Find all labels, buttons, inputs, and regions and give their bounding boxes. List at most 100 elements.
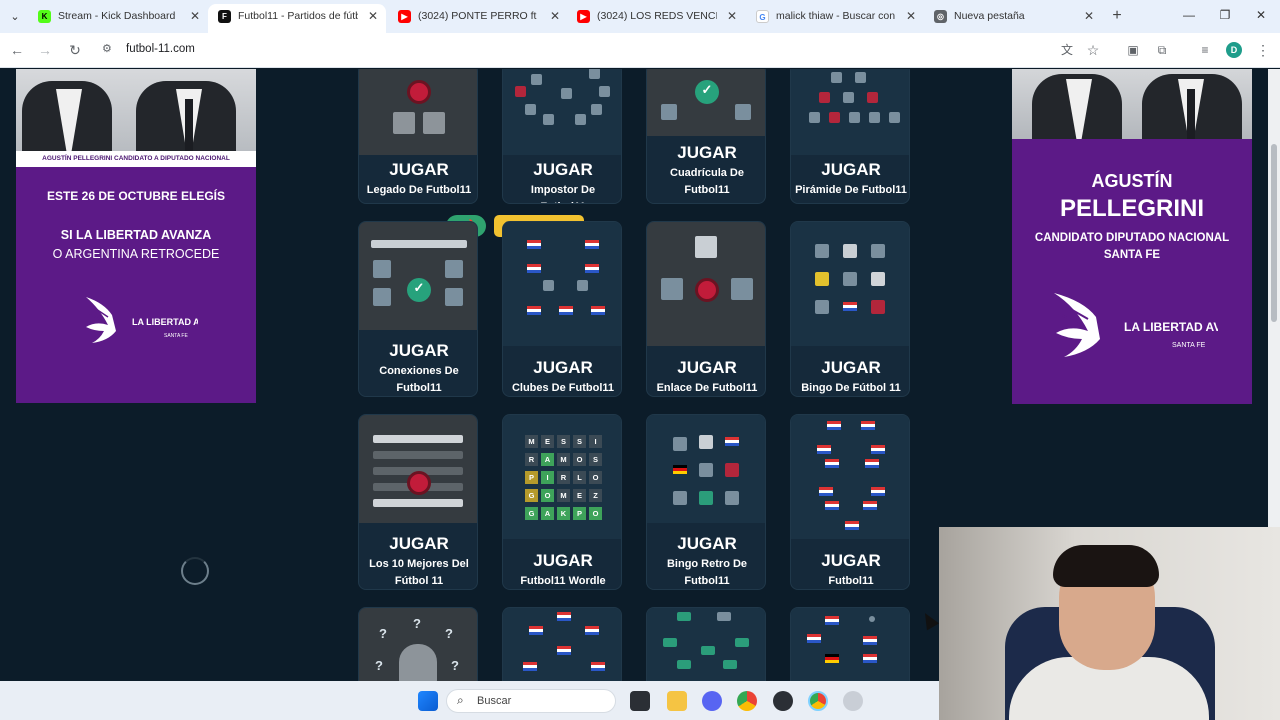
wordle-cell: R [557, 471, 570, 484]
address-bar[interactable]: ⚙ futbol-11.com [92, 38, 1112, 63]
game-thumbnail: ✓ [359, 222, 477, 330]
close-tab-icon[interactable]: ✕ [1084, 4, 1094, 29]
forward-icon[interactable]: → [36, 41, 54, 59]
back-icon[interactable]: ← [8, 41, 26, 59]
wordle-cell: A [541, 453, 554, 466]
close-tab-icon[interactable]: ✕ [906, 4, 916, 29]
svg-text:LA LIBERTAD AVANZA: LA LIBERTAD AVANZA [1124, 320, 1218, 334]
media-control-icon[interactable]: ≡ [1196, 41, 1214, 59]
ad-banner-right[interactable]: AGUSTÍN PELLEGRINI CANDIDATO DIPUTADO NA… [1012, 139, 1252, 404]
ad-banner-left[interactable]: AGUSTÍN PELLEGRINI CANDIDATO A DIPUTADO … [16, 69, 256, 403]
youtube-icon: ▶ [398, 10, 411, 23]
task-view-icon[interactable] [630, 691, 650, 711]
game-card-piramide[interactable]: JUGAR Pirámide De Futbol11 [790, 69, 910, 204]
extensions-icon[interactable]: ⧉ [1153, 41, 1171, 59]
scrollbar-thumb[interactable] [1271, 144, 1277, 322]
new-tab-button[interactable]: + [1108, 6, 1126, 26]
windows-start-icon[interactable] [418, 691, 438, 711]
file-explorer-icon[interactable] [667, 691, 687, 711]
taskbar-search[interactable]: ⌕ Buscar [446, 689, 616, 713]
close-tab-icon[interactable]: ✕ [550, 4, 560, 29]
wordle-cell: A [541, 507, 554, 520]
wordle-cell: O [573, 453, 586, 466]
minimize-icon[interactable]: — [1180, 8, 1198, 22]
obs-icon[interactable] [843, 691, 863, 711]
kick-icon: K [38, 10, 51, 23]
close-tab-icon[interactable]: ✕ [368, 4, 378, 29]
game-thumbnail [503, 69, 621, 155]
menu-icon[interactable]: ⋮ [1254, 41, 1272, 59]
game-thumbnail: ? ? ? ? ? [359, 608, 477, 681]
search-icon: ⌕ [457, 693, 464, 707]
game-card-clubes[interactable]: JUGAR Clubes De Futbol11 [502, 221, 622, 397]
tab-youtube-2[interactable]: ▶ (3024) LOS REDS VENCIERON ✕ [567, 4, 745, 33]
wordle-cell: M [557, 453, 570, 466]
game-thumbnail [791, 415, 909, 539]
game-thumbnail [359, 415, 477, 523]
close-window-icon[interactable]: ✕ [1252, 8, 1270, 22]
wordle-cell: O [589, 507, 602, 520]
game-card-row4-4[interactable] [790, 607, 910, 681]
svg-text:SANTA FE: SANTA FE [164, 333, 188, 339]
tab-strip: ⌄ K Stream - Kick Dashboard ✕ F Futbol11… [0, 0, 1280, 33]
svg-text:LA LIBERTAD AVANZA: LA LIBERTAD AVANZA [132, 317, 198, 327]
game-thumbnail [647, 608, 765, 681]
game-card-futbol11[interactable]: JUGAR Futbol11 [790, 414, 910, 590]
game-card-legado[interactable]: JUGAR Legado De Futbol11 [358, 69, 478, 204]
wordle-cell: K [557, 507, 570, 520]
wordle-cell: S [573, 435, 586, 448]
close-tab-icon[interactable]: ✕ [190, 4, 200, 29]
reload-icon[interactable]: ↻ [66, 41, 84, 59]
youtube-icon: ▶ [577, 10, 590, 23]
close-tab-icon[interactable]: ✕ [727, 4, 737, 29]
wordle-cell: P [525, 471, 538, 484]
wordle-cell: S [557, 435, 570, 448]
wordle-cell: E [573, 489, 586, 502]
game-thumbnail [503, 608, 621, 681]
game-card-enlace[interactable]: JUGAR Enlace De Futbol11 [646, 221, 766, 397]
chrome-icon[interactable] [737, 691, 757, 711]
profile-avatar[interactable]: D [1226, 42, 1242, 58]
game-card-top10[interactable]: JUGAR Los 10 Mejores Del Fútbol 11 [358, 414, 478, 590]
restore-icon[interactable]: ❐ [1216, 8, 1234, 22]
tab-futbol11[interactable]: F Futbol11 - Partidos de fútbol ✕ [208, 4, 386, 33]
translate-icon[interactable]: 文 [1058, 41, 1076, 59]
tab-youtube-1[interactable]: ▶ (3024) PONTE PERRO ft KALE ✕ [388, 4, 568, 33]
wordle-cell: M [557, 489, 570, 502]
game-card-row4-3[interactable] [646, 607, 766, 681]
wordle-cell: G [525, 489, 538, 502]
site-info-icon[interactable]: ⚙ [102, 42, 112, 55]
game-card-cuadricula[interactable]: ✓ JUGAR Cuadrícula De Futbol11 [646, 69, 766, 204]
game-thumbnail: MESSIRAMOSPIRLOGOMEZGAKPO [503, 415, 621, 539]
game-thumbnail [647, 222, 765, 346]
game-card-row4-1[interactable]: ? ? ? ? ? [358, 607, 478, 681]
wordle-cell: L [573, 471, 586, 484]
game-card-impostor[interactable]: JUGAR Impostor De Futbol11 [502, 69, 622, 204]
wordle-cell: I [541, 471, 554, 484]
wordle-cell: Z [589, 489, 602, 502]
wordle-cell: M [525, 435, 538, 448]
tab-search-icon[interactable]: ⌄ [6, 8, 24, 26]
wordle-cell: R [525, 453, 538, 466]
la-libertad-avanza-logo: LA LIBERTAD AVANZA SANTA FE [86, 297, 198, 343]
loading-spinner-icon [181, 557, 209, 585]
game-thumbnail [791, 608, 909, 681]
game-card-bingo[interactable]: JUGAR Bingo De Fútbol 11 [790, 221, 910, 397]
game-thumbnail [791, 222, 909, 346]
tab-kick[interactable]: K Stream - Kick Dashboard ✕ [28, 4, 208, 33]
discord-icon[interactable] [702, 691, 722, 711]
bookmark-star-icon[interactable]: ☆ [1084, 41, 1102, 59]
tab-new[interactable]: ◎ Nueva pestaña ✕ [924, 4, 1102, 33]
game-card-wordle[interactable]: MESSIRAMOSPIRLOGOMEZGAKPO JUGAR Futbol11… [502, 414, 622, 590]
app-icon[interactable] [773, 691, 793, 711]
candidates-photo [16, 69, 256, 151]
tab-google[interactable]: G malick thiaw - Buscar con Go ✕ [746, 4, 924, 33]
candidates-photo-right [1012, 69, 1252, 139]
game-card-bingo-retro[interactable]: JUGAR Bingo Retro De Futbol11 [646, 414, 766, 590]
chrome-profile-icon[interactable] [808, 691, 828, 711]
game-card-row4-2[interactable] [502, 607, 622, 681]
game-thumbnail [791, 69, 909, 155]
game-card-conexiones[interactable]: ✓ JUGAR Conexiones De Futbol11 [358, 221, 478, 397]
cast-icon[interactable]: ▣ [1124, 41, 1142, 59]
wordle-cell: O [589, 471, 602, 484]
